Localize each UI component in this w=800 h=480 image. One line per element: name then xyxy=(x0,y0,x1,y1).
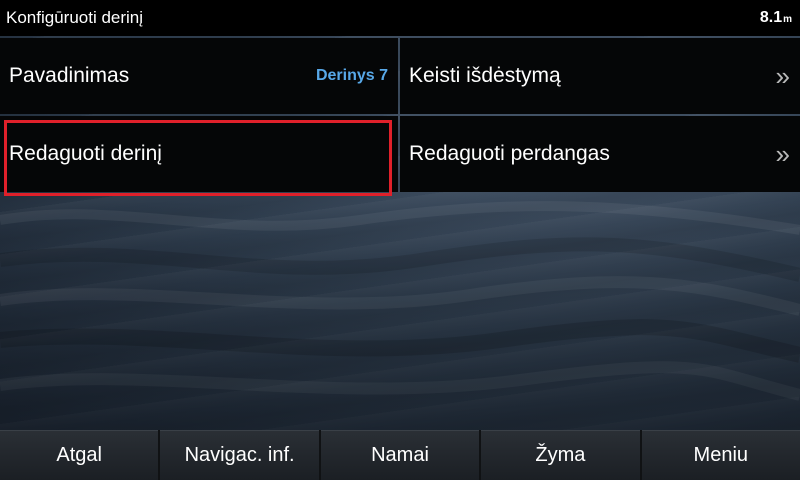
configure-combination-menu: Pavadinimas Derinys 7 Keisti išdėstymą »… xyxy=(0,38,800,196)
depth-readout: 8.1m xyxy=(760,9,792,27)
depth-value: 8.1 xyxy=(759,9,783,26)
menu-item-label: Pavadinimas xyxy=(9,64,130,87)
menu-item-change-layout[interactable]: Keisti išdėstymą » xyxy=(400,38,800,114)
page-title: Konfigūruoti derinį xyxy=(6,8,144,27)
softkey-menu[interactable]: Meniu xyxy=(641,430,800,480)
softkey-bar: Atgal Navigac. inf. Namai Žyma Meniu xyxy=(0,430,800,480)
combination-name-value: Derinys 7 xyxy=(315,67,388,84)
softkey-back[interactable]: Atgal xyxy=(0,430,159,480)
depth-unit: m xyxy=(783,14,792,25)
softkey-nav-info[interactable]: Navigac. inf. xyxy=(160,430,319,480)
menu-item-edit-overlays[interactable]: Redaguoti perdangas » xyxy=(400,116,800,192)
menu-item-label: Redaguoti derinį xyxy=(9,142,162,165)
softkey-home[interactable]: Namai xyxy=(320,430,480,480)
menu-item-edit-combination[interactable]: Redaguoti derinį xyxy=(0,116,398,196)
double-chevron-right-icon: » xyxy=(775,60,791,91)
title-bar: Konfigūruoti derinį 8.1m xyxy=(0,0,800,36)
menu-item-name[interactable]: Pavadinimas Derinys 7 xyxy=(0,38,398,114)
softkey-mark[interactable]: Žyma xyxy=(481,430,640,480)
menu-item-label: Keisti išdėstymą xyxy=(409,64,561,87)
menu-item-label: Redaguoti perdangas xyxy=(409,142,610,165)
wave-texture xyxy=(0,190,800,430)
double-chevron-right-icon: » xyxy=(775,138,791,169)
